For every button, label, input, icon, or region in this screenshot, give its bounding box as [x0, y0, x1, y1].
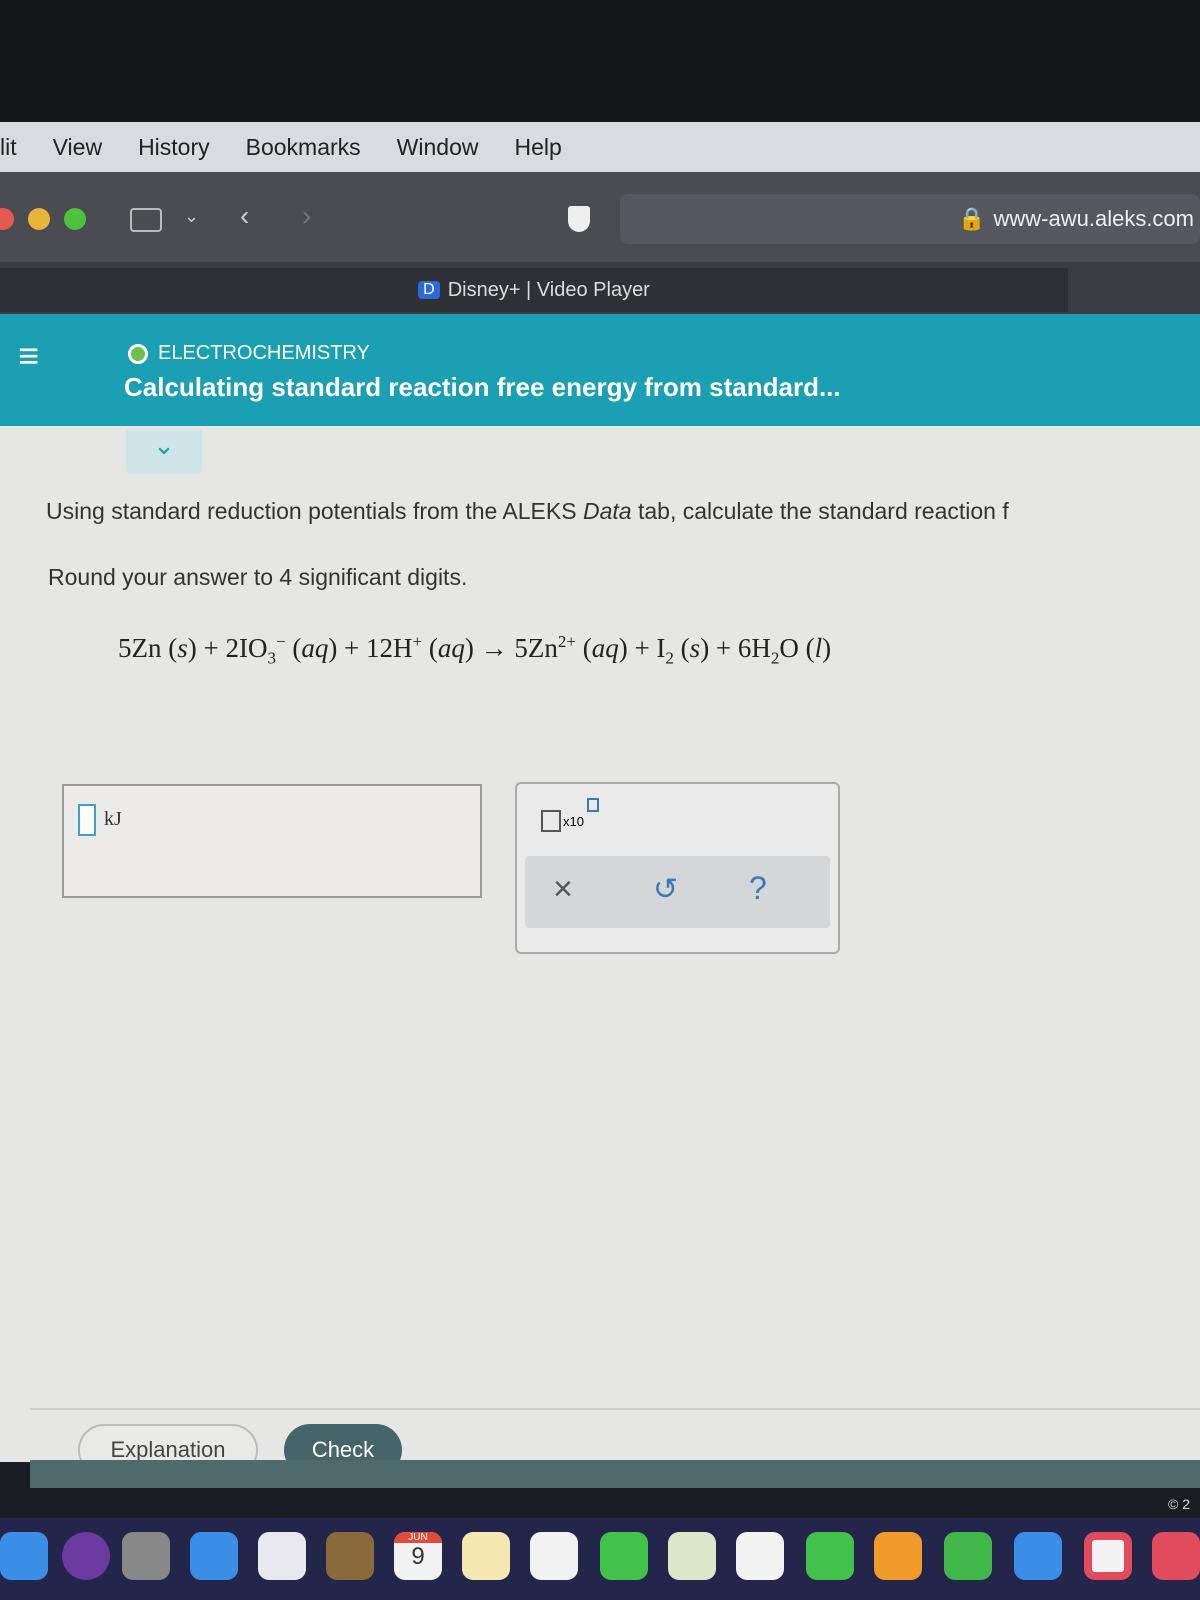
lock-icon: 🔒 [958, 206, 986, 231]
menu-icon[interactable]: ≡ [18, 338, 44, 374]
launchpad-icon[interactable] [122, 1532, 170, 1580]
calendar-icon[interactable]: JUN 9 [394, 1532, 442, 1580]
answer-input[interactable] [78, 804, 96, 836]
page-title: Calculating standard reaction free energ… [124, 372, 841, 402]
status-circle-icon [128, 344, 148, 364]
clear-button[interactable]: × [553, 870, 573, 909]
reminders-icon[interactable] [530, 1532, 578, 1580]
menu-edit[interactable]: lit [0, 134, 17, 161]
url-bar[interactable]: 🔒 www-awu.aleks.com [620, 194, 1200, 244]
screen-bezel [0, 0, 1200, 122]
tab-title: Disney+ | Video Player [447, 278, 650, 301]
math-toolbox: x10 × ↺ ? [515, 782, 840, 954]
sci-notation-label: x10 [563, 814, 584, 829]
siri-icon[interactable] [62, 1532, 110, 1580]
chevron-down-icon[interactable]: ⌄ [184, 206, 199, 227]
minimize-window-button[interactable] [28, 208, 50, 230]
messages-icon[interactable] [600, 1532, 648, 1580]
music-icon[interactable] [1152, 1532, 1200, 1580]
menu-view[interactable]: View [53, 134, 102, 161]
keynote-icon[interactable] [1014, 1532, 1062, 1580]
round-instruction: Round your answer to 4 significant digit… [48, 564, 468, 590]
photos-icon[interactable] [736, 1532, 784, 1580]
zoom-window-button[interactable] [64, 208, 86, 230]
numbers-icon[interactable] [944, 1532, 992, 1580]
sci-notation-button[interactable] [541, 810, 561, 832]
sidebar-icon[interactable] [130, 208, 162, 232]
close-window-button[interactable] [0, 208, 14, 230]
menu-bookmarks[interactable]: Bookmarks [246, 134, 361, 161]
shield-icon[interactable] [568, 206, 590, 232]
answer-box: kJ [62, 784, 482, 898]
maps-icon[interactable] [668, 1532, 716, 1580]
safari-icon[interactable] [258, 1532, 306, 1580]
instruction-text: Using standard reduction potentials from… [46, 498, 1009, 524]
calendar-month: JUN [394, 1532, 442, 1543]
pages-icon[interactable] [874, 1532, 922, 1580]
notes-icon[interactable] [462, 1532, 510, 1580]
menu-bar: lit View History Bookmarks Window Help [0, 122, 1200, 172]
disney-icon: D [418, 281, 440, 299]
finder-icon[interactable] [0, 1532, 48, 1580]
back-button[interactable]: ‹ [240, 200, 249, 232]
calendar-day: 9 [411, 1543, 425, 1570]
mail-icon[interactable] [190, 1532, 238, 1580]
tab-disney[interactable]: D Disney+ | Video Player [0, 268, 1068, 312]
unit-label: kJ [104, 808, 122, 830]
exponent-box-icon [587, 798, 599, 812]
topic-label: ELECTROCHEMISTRY [158, 342, 370, 364]
menu-history[interactable]: History [138, 134, 210, 161]
copyright-text: © 2 [1168, 1496, 1190, 1512]
aleks-header: ≡ ELECTROCHEMISTRY Calculating standard … [0, 314, 1200, 426]
menu-window[interactable]: Window [397, 134, 479, 161]
url-text: www-awu.aleks.com [993, 206, 1195, 231]
collapse-chevron-button[interactable]: ⌄ [126, 430, 202, 474]
contacts-icon[interactable] [326, 1532, 374, 1580]
chemical-equation: 5Zn (s) + 2IO3− (aq) + 12H+ (aq) → 5Zn2+… [118, 632, 832, 668]
help-button[interactable]: ? [749, 870, 767, 907]
undo-button[interactable]: ↺ [653, 872, 678, 907]
menu-help[interactable]: Help [514, 134, 561, 161]
forward-button[interactable]: › [302, 200, 311, 232]
news-icon[interactable] [1084, 1532, 1132, 1580]
facetime-icon[interactable] [806, 1532, 854, 1580]
